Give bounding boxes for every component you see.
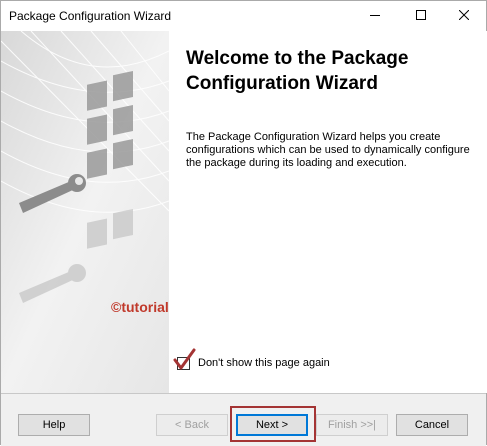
title-bar[interactable]: Package Configuration Wizard <box>1 1 486 31</box>
finish-button[interactable]: Finish >>| <box>316 414 388 436</box>
wizard-graphic-icon <box>1 31 169 393</box>
dont-show-label: Don't show this page again <box>198 357 330 369</box>
close-icon <box>458 7 470 25</box>
help-button[interactable]: Help <box>18 414 90 436</box>
cancel-button[interactable]: Cancel <box>396 414 468 436</box>
checkmark-icon <box>172 348 196 377</box>
wizard-side-graphic: ©tutorialgateway.org <box>1 31 169 393</box>
maximize-button[interactable] <box>398 1 444 31</box>
page-description: The Package Configuration Wizard helps y… <box>186 131 470 169</box>
back-button[interactable]: < Back <box>156 414 228 436</box>
minimize-icon <box>370 7 380 25</box>
minimize-button[interactable] <box>352 1 398 31</box>
wizard-content: Welcome to the Package Configuration Wiz… <box>169 31 487 393</box>
close-button[interactable] <box>441 1 487 31</box>
dont-show-checkbox[interactable] <box>173 348 196 370</box>
dont-show-option[interactable]: Don't show this page again <box>173 348 330 373</box>
next-button[interactable]: Next > <box>236 414 308 436</box>
button-bar: Help < Back Next > Finish >>| Cancel <box>1 394 486 446</box>
page-title: Welcome to the Package Configuration Wiz… <box>186 48 409 94</box>
wizard-window: Package Configuration Wizard ©tutorial W… <box>0 0 487 446</box>
maximize-icon <box>416 7 426 25</box>
watermark-text: ©tutorialgateway.org <box>111 299 169 315</box>
window-title: Package Configuration Wizard <box>9 9 172 23</box>
